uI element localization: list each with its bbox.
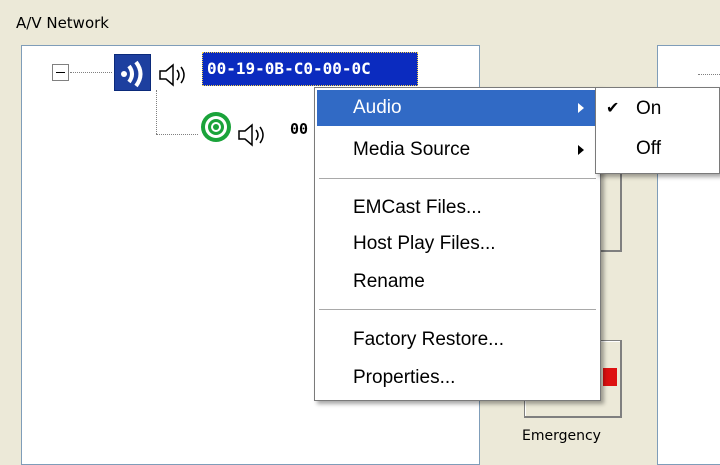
submenu-item-on[interactable]: ✔ On xyxy=(598,90,717,128)
target-icon[interactable] xyxy=(199,110,233,148)
tree-connector xyxy=(156,90,157,134)
submenu-arrow-icon xyxy=(578,145,584,155)
checkmark-icon: ✔ xyxy=(606,100,620,117)
menu-separator xyxy=(319,178,596,179)
menu-item-factory-restore[interactable]: Factory Restore... xyxy=(317,322,598,358)
submenu-item-label: Off xyxy=(636,138,661,159)
selected-device-label[interactable]: 00-19-0B-C0-00-0C xyxy=(202,52,418,86)
menu-item-label: Properties... xyxy=(353,367,456,388)
menu-item-media-source[interactable]: Media Source xyxy=(317,132,598,168)
menu-item-properties[interactable]: Properties... xyxy=(317,360,598,396)
submenu-arrow-icon xyxy=(578,103,584,113)
menu-separator xyxy=(319,309,596,310)
audio-submenu: ✔ On Off xyxy=(595,87,720,174)
audio-broadcast-icon[interactable] xyxy=(114,54,151,91)
speaker-icon[interactable] xyxy=(236,122,270,152)
tree-connector xyxy=(70,72,112,73)
menu-item-label: Audio xyxy=(353,97,402,118)
menu-item-emcast-files[interactable]: EMCast Files... xyxy=(317,190,598,226)
menu-item-label: Media Source xyxy=(353,139,471,160)
menu-item-label: Host Play Files... xyxy=(353,233,496,254)
speaker-icon[interactable] xyxy=(157,62,191,92)
menu-item-audio[interactable]: Audio xyxy=(317,90,598,126)
submenu-item-off[interactable]: Off xyxy=(598,130,717,168)
group-title: A/V Network xyxy=(16,14,109,32)
emergency-icon xyxy=(603,368,617,386)
submenu-item-label: On xyxy=(636,98,662,119)
context-menu: Audio Media Source EMCast Files... Host … xyxy=(314,87,601,401)
emergency-label: Emergency xyxy=(522,428,601,444)
tree-connector xyxy=(698,74,720,75)
menu-item-label: Rename xyxy=(353,271,425,292)
menu-item-label: EMCast Files... xyxy=(353,197,482,218)
menu-item-rename[interactable]: Rename xyxy=(317,264,598,300)
menu-item-host-play-files[interactable]: Host Play Files... xyxy=(317,226,598,262)
child-device-label[interactable]: 00 xyxy=(290,120,308,138)
menu-item-label: Factory Restore... xyxy=(353,329,504,350)
collapse-toggle[interactable] xyxy=(52,64,69,81)
tree-connector xyxy=(156,134,198,135)
